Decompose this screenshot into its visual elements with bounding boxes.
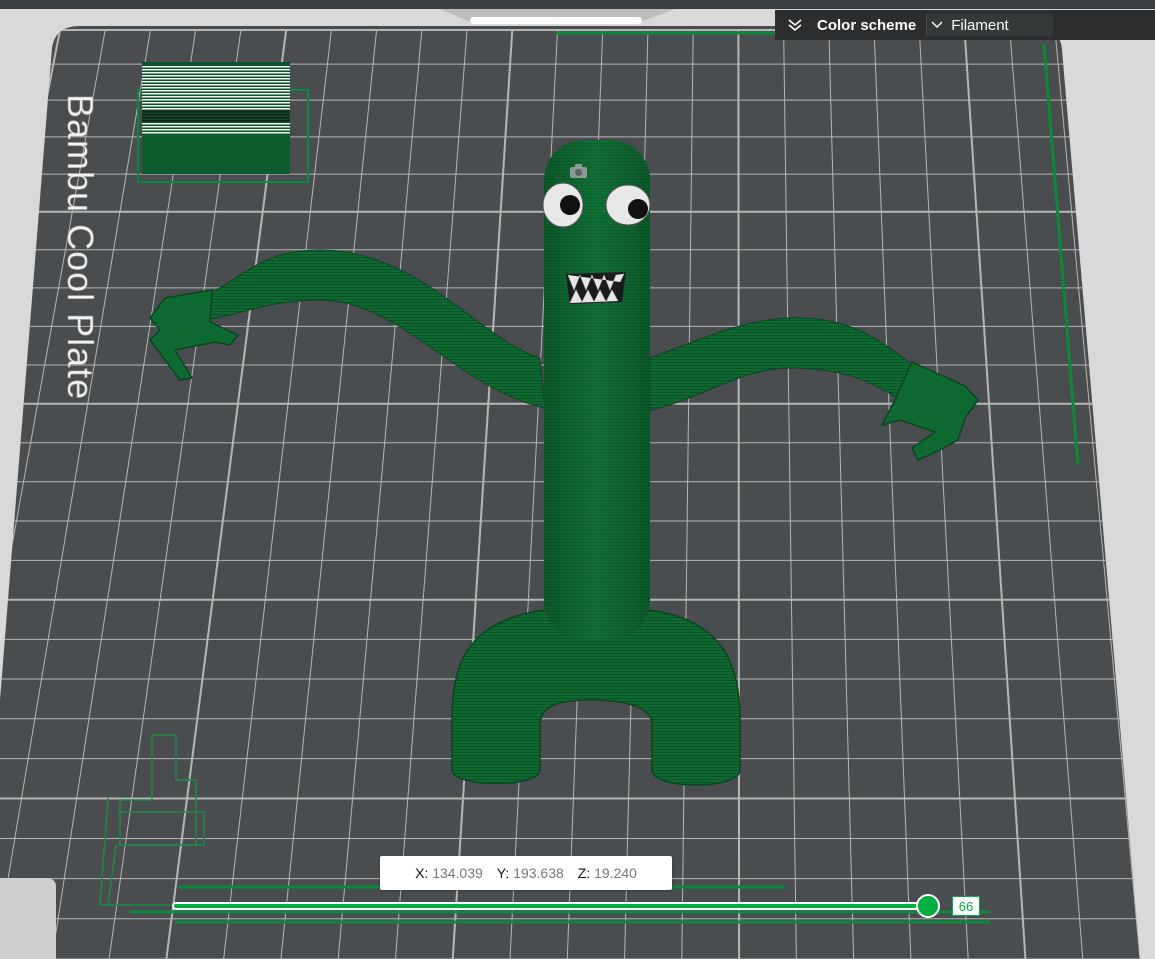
color-scheme-panel: Color scheme Filament: [775, 10, 1155, 40]
top-toolbar-strip: [0, 0, 1155, 9]
slider-value: 66: [952, 896, 980, 916]
plate-name-label: Bambu Cool Plate: [60, 94, 101, 400]
cursor-coordinates: X: 134.039 Y: 193.638 Z: 19.240: [380, 856, 672, 890]
3d-preview-viewport[interactable]: Bambu Cool Plate Color scheme Filament X…: [0, 0, 1155, 959]
x-value: 134.039: [432, 865, 483, 881]
layer-move-slider[interactable]: 66: [172, 894, 990, 918]
prime-tower: [137, 62, 309, 183]
x-label: X:: [415, 865, 429, 881]
y-label: Y:: [496, 865, 510, 881]
z-value: 19.240: [594, 865, 637, 881]
slider-fill: [174, 904, 930, 908]
color-scheme-dropdown[interactable]: Filament: [926, 14, 1053, 36]
build-plate-scene: Bambu Cool Plate: [0, 0, 1155, 959]
corner-tile: [0, 878, 56, 959]
chevron-down-icon: [931, 21, 943, 28]
chevron-double-down-icon[interactable]: [775, 18, 803, 32]
color-scheme-value: Filament: [951, 16, 1009, 34]
slider-thumb[interactable]: [916, 894, 940, 918]
color-scheme-title: Color scheme: [817, 16, 917, 34]
z-label: Z:: [577, 865, 591, 881]
y-value: 193.638: [513, 865, 564, 881]
